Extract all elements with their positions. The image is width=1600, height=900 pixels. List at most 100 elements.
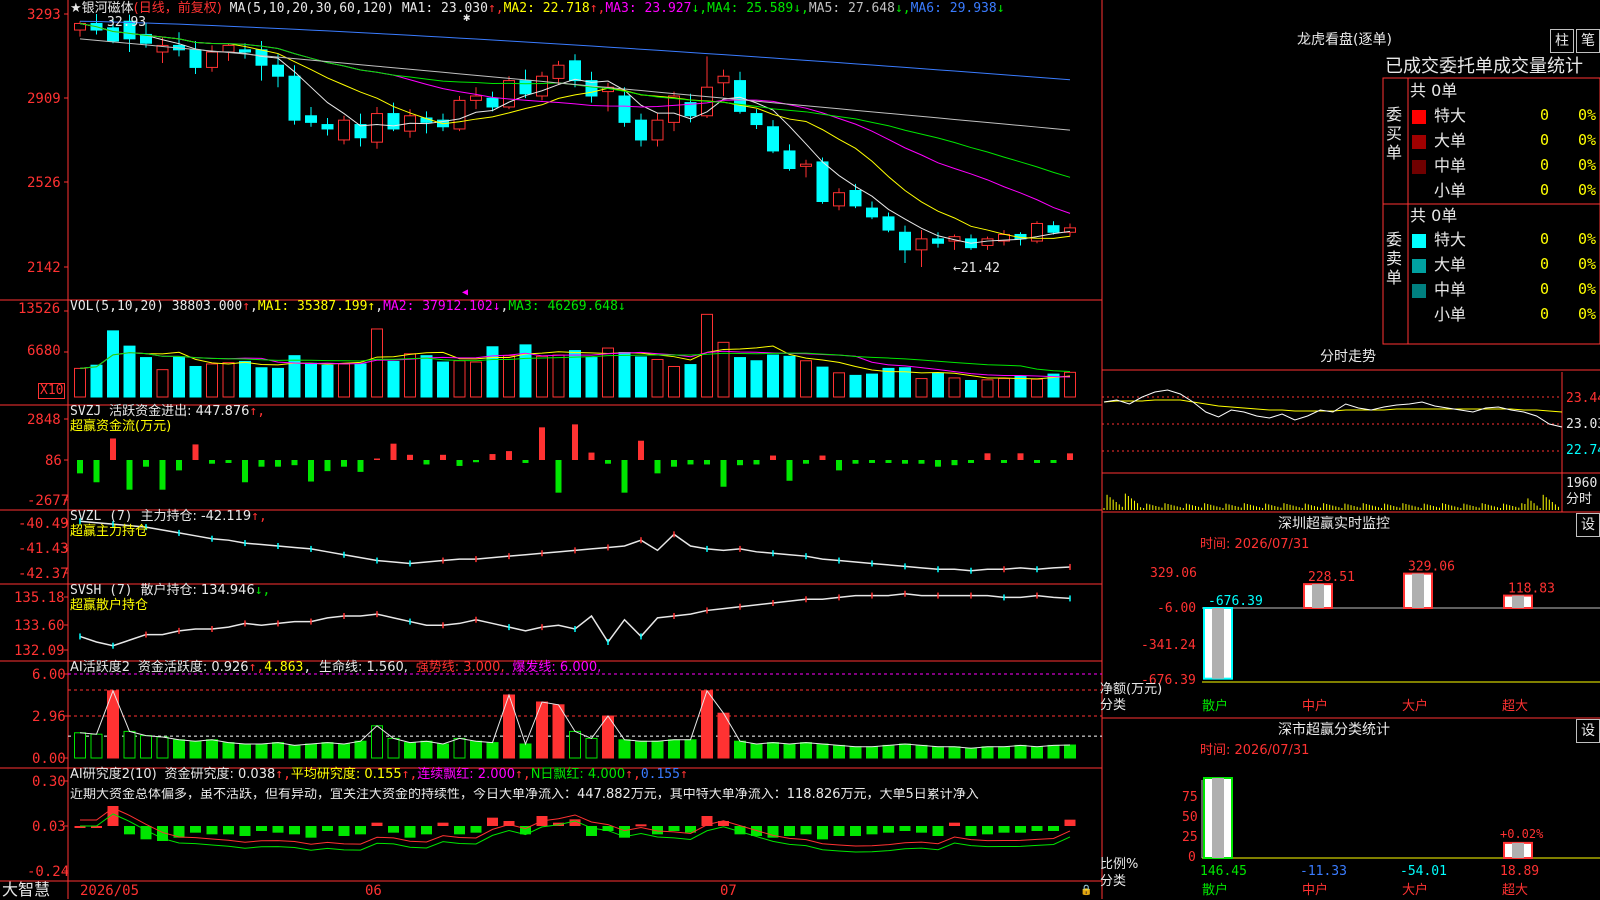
money-flow-bar: [555, 460, 562, 493]
lhkp-title: 龙虎看盘(逐单): [1297, 32, 1392, 48]
ai-research-comment: 近期大资金总体偏多，虽不活跃，但有异动，宜关注大资金的持续性，今日大单净流入：4…: [70, 788, 979, 802]
ma-line-60: [79, 38, 1071, 131]
activity-bar: [123, 730, 136, 759]
svzl-title: 超赢主力持仓: [70, 524, 149, 539]
volume-bar: [519, 344, 532, 398]
sz-cat-label: 大户: [1402, 699, 1429, 714]
activity-bar: [849, 746, 862, 759]
money-flow-bar: [258, 460, 265, 467]
activity-bar: [1047, 744, 1060, 759]
candle-body: [189, 49, 202, 68]
brand-label[interactable]: 大智慧: [2, 881, 50, 899]
money-flow-bar: [407, 454, 413, 460]
research-bar: [965, 826, 977, 836]
stock-name[interactable]: 银河磁体: [82, 1, 134, 16]
scroll-marker-icon[interactable]: ◀: [462, 286, 468, 300]
research-bar: [305, 826, 317, 838]
money-flow-bar: [621, 460, 628, 493]
volume-bar: [734, 357, 746, 398]
ai-research-axis-tick: 0.30: [32, 774, 66, 790]
ai-activity-value: 资金活跃度: 0.926: [137, 660, 249, 675]
svzj-axis-tick: -2677: [27, 493, 70, 509]
candle-body: [453, 99, 466, 130]
ma-value-6: MA6: 29.938: [910, 1, 997, 16]
activity-bar: [90, 733, 103, 759]
activity-bar: [470, 740, 482, 759]
bar-mode-button[interactable]: 柱: [1550, 29, 1574, 53]
sz-bar-value: 329.06: [1408, 560, 1455, 575]
tick-mode-button[interactable]: 笔: [1576, 29, 1600, 53]
lock-icon[interactable]: 🔒: [1080, 884, 1092, 898]
candle-body: [618, 95, 631, 123]
volume-bar: [420, 355, 433, 398]
svzj-axis-tick: 86: [45, 453, 62, 469]
intraday-title: 分时走势: [1320, 349, 1376, 365]
candle-body: [882, 216, 895, 231]
candle-body: [222, 44, 235, 53]
ai-strong-line: 强势线: 3.000,: [415, 660, 505, 675]
candle-body: [569, 60, 581, 82]
order-count-value: 0: [1540, 156, 1550, 174]
svzl-value: 主力持仓: -42.119: [140, 509, 252, 524]
research-bar: [437, 822, 449, 826]
order-stat-title: 已成交委托单成交量统计: [1385, 56, 1583, 77]
money-flow-bar: [357, 460, 364, 472]
money-flow-bar: [753, 460, 760, 465]
order-pct-value: 0%: [1578, 230, 1597, 248]
vol-axis-tick: 6680: [27, 343, 61, 359]
candle-body: [866, 207, 878, 218]
research-bar: [239, 826, 251, 836]
sz-cat-label: 超大: [1502, 699, 1529, 714]
order-count-value: 0: [1540, 131, 1550, 149]
money-flow-bar: [390, 443, 397, 460]
volume-bar: [206, 363, 218, 398]
cls-stat-settings-button[interactable]: 设: [1576, 719, 1600, 743]
ai-activity-axis-tick: 6.00: [32, 667, 66, 683]
activity-bar: [321, 742, 334, 759]
ai-activity-value2: 4.863: [264, 660, 304, 675]
period-label[interactable]: (日线，前复权): [134, 1, 222, 16]
activity-bar: [486, 742, 499, 759]
activity-bar: [272, 742, 284, 759]
sz-category-bar-shade: [1512, 595, 1524, 608]
activity-bar: [156, 736, 169, 759]
research-bar: [421, 826, 432, 835]
activity-bar: [206, 739, 218, 759]
main-chart-canvas[interactable]: -676.39 228.51 329.06 118.83 146.45 -11.33 -54…: [0, 0, 1600, 900]
candle-body: [354, 124, 367, 139]
cls-stat-title: 深市超赢分类统计: [1278, 722, 1390, 738]
research-bar: [817, 826, 828, 840]
order-type-label: 中单: [1434, 156, 1467, 175]
research-bar: [338, 826, 350, 836]
money-flow-bar: [77, 460, 83, 474]
ai-research-axis-tick: -0.24: [27, 864, 70, 880]
research-bar: [833, 826, 845, 836]
candle-body: [206, 51, 218, 68]
activity-bar: [1014, 744, 1027, 759]
money-flow-bar: [225, 460, 232, 463]
volume-bar: [536, 355, 548, 398]
research-bar: [668, 826, 680, 831]
money-flow-bar: [902, 460, 908, 464]
activity-bar: [618, 739, 631, 759]
money-flow-bar: [308, 460, 314, 482]
svsh-definition: SVSH (7): [70, 583, 133, 598]
intraday-avg-line: [1103, 399, 1563, 413]
sz-monitor-settings-button[interactable]: 设: [1576, 513, 1600, 537]
money-flow-bar: [440, 454, 446, 460]
volume-bar: [156, 369, 169, 398]
volume-bar: [866, 373, 878, 398]
candle-body: [635, 119, 647, 141]
vol-unit-badge[interactable]: X10: [38, 383, 66, 399]
volume-bar: [915, 378, 928, 398]
candle-body: [833, 192, 845, 207]
svzj-arrow: ↑,: [249, 404, 266, 419]
sell-order-side: 委卖单: [1386, 230, 1403, 287]
order-count-value: 0: [1540, 230, 1550, 248]
money-flow-bar: [687, 460, 694, 465]
order-type-label: 大单: [1434, 255, 1467, 274]
star-icon[interactable]: ★: [70, 1, 82, 16]
money-flow-bar: [786, 460, 793, 481]
volume-bar: [585, 357, 598, 398]
cls-axis-tick: 75: [1182, 790, 1198, 805]
